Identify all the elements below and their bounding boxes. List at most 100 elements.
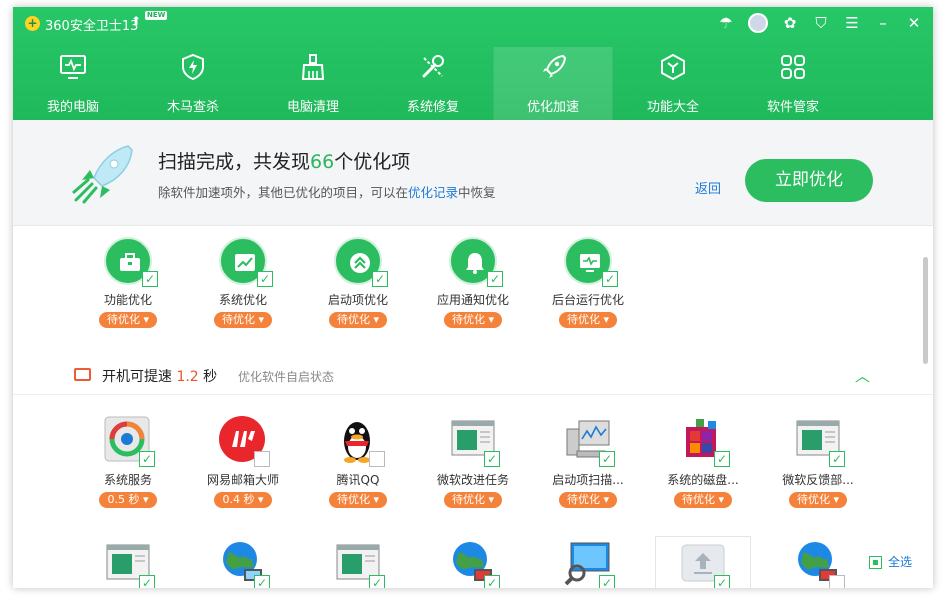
app-item[interactable]: ✓	[658, 539, 748, 588]
category-item-background[interactable]: ✓ 后台运行优化 待优化 ▾	[543, 237, 633, 328]
optimize-history-link[interactable]: 优化记录	[408, 185, 458, 200]
nav-item-software-manager[interactable]: 软件管家	[733, 47, 853, 120]
status-dropdown[interactable]: 待优化 ▾	[674, 492, 732, 508]
status-dropdown[interactable]: 待优化 ▾	[329, 492, 387, 508]
app-label: 启动项扫描...	[552, 473, 624, 487]
nav-item-repair[interactable]: 系统修复	[373, 47, 493, 120]
status-dropdown[interactable]: 待优化 ▾	[99, 312, 157, 328]
app-checkbox[interactable]: ✓	[254, 451, 270, 467]
category-item-function[interactable]: ✓ 功能优化 待优化 ▾	[83, 237, 173, 328]
nav-item-features[interactable]: 功能大全	[613, 47, 733, 120]
app-checkbox[interactable]: ✓	[599, 575, 615, 588]
app-item[interactable]: ✓ 启动项扫描... 待优化 ▾	[543, 415, 633, 508]
globe-network-icon: ✓	[793, 539, 845, 588]
qq-penguin-icon: ✓	[333, 415, 385, 467]
app-checkbox[interactable]: ✓	[484, 451, 500, 467]
back-link[interactable]: 返回	[695, 178, 721, 197]
app-item[interactable]: ✓	[83, 539, 173, 588]
app-label: 微软改进任务	[436, 473, 509, 487]
app-checkbox[interactable]: ✓	[254, 575, 270, 588]
category-item-notification[interactable]: ✓ 应用通知优化 待优化 ▾	[428, 237, 518, 328]
app-item[interactable]: ✓ 微软反馈部... 待优化 ▾	[773, 415, 863, 508]
optimize-now-button[interactable]: 立即优化	[745, 159, 873, 202]
search-monitor-icon: ✓	[563, 539, 615, 588]
category-label: 系统优化	[218, 293, 267, 307]
category-item-system[interactable]: ✓ 系统优化 待优化 ▾	[198, 237, 288, 328]
shield-icon	[182, 53, 204, 81]
app-checkbox[interactable]: ✓	[714, 451, 730, 467]
app-item[interactable]: ✓ 系统服务 0.5 秒 ▾	[83, 415, 173, 508]
status-dropdown[interactable]: 0.4 秒 ▾	[214, 492, 272, 508]
status-dropdown[interactable]: 待优化 ▾	[559, 492, 617, 508]
nav-item-speedup[interactable]: 优化加速	[493, 47, 613, 120]
close-icon[interactable]: ✕	[905, 14, 923, 32]
window-app-icon: ✓	[793, 415, 845, 467]
app-checkbox[interactable]: ✓	[829, 575, 845, 588]
status-dropdown[interactable]: 待优化 ▾	[789, 492, 847, 508]
app-item[interactable]: ✓ 腾讯QQ 待优化 ▾	[313, 415, 403, 508]
status-dropdown[interactable]: 0.5 秒 ▾	[99, 492, 157, 508]
wrench-icon	[422, 55, 444, 78]
collapse-chevron-icon[interactable]: ︿	[855, 365, 873, 385]
app-label: 系统服务	[103, 473, 152, 487]
menu-icon[interactable]: ☰	[843, 14, 861, 32]
category-label: 启动项优化	[327, 293, 388, 307]
app-item[interactable]: ✓ 微软改进任务 待优化 ▾	[428, 415, 518, 508]
app-label: 腾讯QQ	[336, 473, 380, 487]
category-label: 后台运行优化	[551, 293, 624, 307]
shirt-icon[interactable]: ⛉	[812, 14, 830, 32]
category-checkbox[interactable]: ✓	[602, 271, 618, 287]
bell-icon: ✓	[449, 237, 503, 287]
app-item[interactable]: ✓	[313, 539, 403, 588]
status-dropdown[interactable]: 待优化 ▾	[559, 312, 617, 328]
app-item[interactable]: ✓	[428, 539, 518, 588]
globe-network-icon: ✓	[448, 539, 500, 588]
app-checkbox[interactable]: ✓	[599, 451, 615, 467]
status-dropdown[interactable]: 待优化 ▾	[214, 312, 272, 328]
app-checkbox[interactable]: ✓	[139, 575, 155, 588]
app-checkbox[interactable]: ✓	[139, 451, 155, 467]
category-checkbox[interactable]: ✓	[142, 271, 158, 287]
title-bar: + 360安全卫士13 ⬆ NEW ☂ ✿ ⛉ ☰ – ✕ 我的电脑 木马查杀 …	[13, 7, 933, 120]
app-item[interactable]: ✓ 网易邮箱大师 0.4 秒 ▾	[198, 415, 288, 508]
status-dropdown[interactable]: 待优化 ▾	[444, 492, 502, 508]
main-window: + 360安全卫士13 ⬆ NEW ☂ ✿ ⛉ ☰ – ✕ 我的电脑 木马查杀 …	[13, 7, 933, 588]
optimize-list: ✓ 功能优化 待优化 ▾ ✓ 系统优化 待优化 ▾ ✓ 启动项优化 待优化 ▾ …	[13, 227, 933, 588]
avatar[interactable]	[748, 13, 768, 33]
select-all-checkbox[interactable]: 全选	[869, 553, 912, 570]
category-checkbox[interactable]: ✓	[487, 271, 503, 287]
category-label: 功能优化	[103, 293, 152, 307]
nav-item-my-computer[interactable]: 我的电脑	[13, 47, 133, 120]
category-item-startup[interactable]: ✓ 启动项优化 待优化 ▾	[313, 237, 403, 328]
app-item[interactable]: ✓	[773, 539, 863, 588]
chart-icon: ✓	[219, 237, 273, 287]
app-item[interactable]: ✓ 系统的磁盘... 待优化 ▾	[658, 415, 748, 508]
app-checkbox[interactable]: ✓	[369, 451, 385, 467]
minimize-icon[interactable]: –	[874, 14, 892, 32]
new-badge: NEW	[145, 11, 168, 20]
app-label: 系统的磁盘...	[667, 473, 739, 487]
app-checkbox[interactable]: ✓	[484, 575, 500, 588]
nav-item-trojan-scan[interactable]: 木马查杀	[133, 47, 253, 120]
nav-label: 优化加速	[526, 100, 579, 115]
category-checkbox[interactable]: ✓	[257, 271, 273, 287]
scan-subtitle: 除软件加速项外，其他已优化的项目，可以在优化记录中恢复	[158, 185, 496, 200]
computer-scan-icon: ✓	[563, 415, 615, 467]
broom-icon	[301, 54, 325, 80]
app-item[interactable]: ✓	[198, 539, 288, 588]
window-app-icon: ✓	[448, 415, 500, 467]
nav-item-cleanup[interactable]: 电脑清理	[253, 47, 373, 120]
status-dropdown[interactable]: 待优化 ▾	[444, 312, 502, 328]
category-checkbox[interactable]: ✓	[372, 271, 388, 287]
app-item[interactable]: ✓	[543, 539, 633, 588]
rocket-illustration-icon	[72, 145, 133, 204]
skin-icon[interactable]: ✿	[781, 14, 799, 32]
app-checkbox[interactable]: ✓	[714, 575, 730, 588]
scrollbar[interactable]	[923, 257, 928, 364]
status-dropdown[interactable]: 待优化 ▾	[329, 312, 387, 328]
umbrella-icon[interactable]: ☂	[717, 14, 735, 32]
upgrade-arrow-icon[interactable]: ⬆	[131, 14, 141, 28]
app-checkbox[interactable]: ✓	[369, 575, 385, 588]
apps-icon	[781, 55, 805, 79]
app-checkbox[interactable]: ✓	[829, 451, 845, 467]
